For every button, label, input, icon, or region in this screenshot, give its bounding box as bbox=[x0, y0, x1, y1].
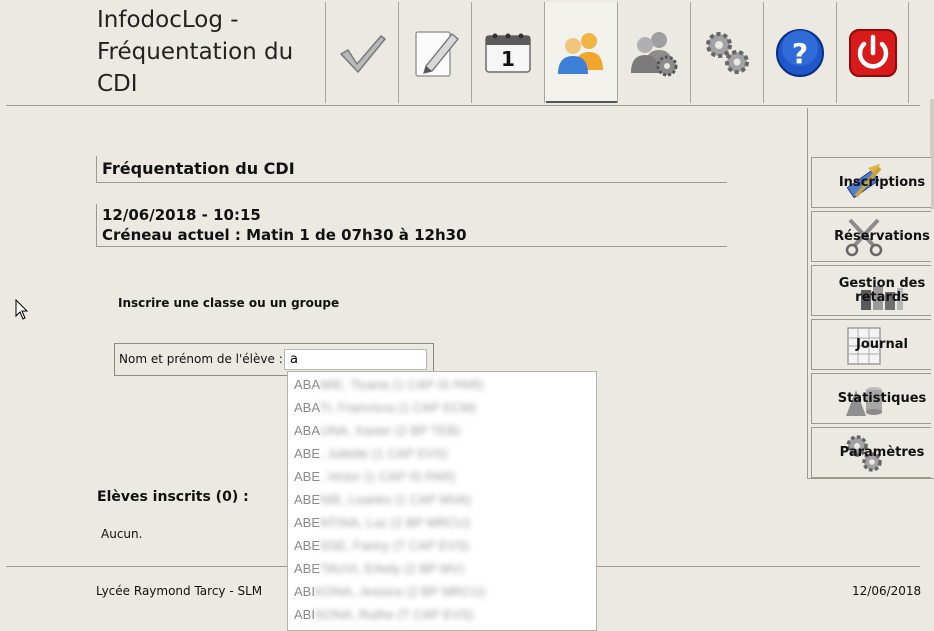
sidebar-item-label: Journal bbox=[856, 336, 908, 352]
sidebar-item-reservations[interactable]: Réservations bbox=[811, 211, 931, 262]
enrolled-students-empty: Aucun. bbox=[101, 527, 143, 541]
register-group-link[interactable]: Inscrire une classe ou un groupe bbox=[118, 296, 339, 310]
suggestion-rest: SSE, Fanny (T CAP EVS) bbox=[320, 538, 470, 553]
users-icon bbox=[558, 32, 603, 74]
suggestion-rest: NIE, Loanks (1 CAP MVA) bbox=[320, 492, 472, 507]
toolbar: 1 ? bbox=[325, 2, 909, 103]
toolbar-gears-button[interactable] bbox=[690, 2, 763, 103]
autocomplete-item[interactable]: ABENIE, Loanks (1 CAP MVA) bbox=[294, 488, 471, 511]
sidebar-item-parametres[interactable]: Paramètres bbox=[811, 427, 931, 478]
suggestion-prefix: ABI bbox=[294, 607, 315, 622]
current-slot: Créneau actuel : Matin 1 de 07h30 à 12h3… bbox=[102, 226, 467, 244]
student-field-label: Nom et prénom de l'élève : bbox=[119, 352, 283, 366]
suggestion-rest: TI, Francisca (1 CAP ECM) bbox=[319, 400, 477, 415]
autocomplete-item[interactable]: ABAUNA, Xavier (2 BP TEB) bbox=[294, 419, 460, 442]
help-symbol: ? bbox=[792, 37, 808, 70]
suggestion-prefix: ABE bbox=[294, 469, 321, 484]
suggestion-rest: KONA, Jessica (2 BP MRCU) bbox=[314, 584, 486, 599]
sidebar-item-label: Statistiques bbox=[837, 390, 927, 406]
autocomplete-item[interactable]: ABAMIE, Ticana (1 CAP IS PAR) bbox=[294, 373, 484, 396]
autocomplete-item[interactable]: ABESSE, Fanny (T CAP EVS) bbox=[294, 534, 469, 557]
suggestion-prefix: ABI bbox=[294, 584, 315, 599]
footer-school: Lycée Raymond Tarcy - SLM bbox=[96, 584, 263, 598]
suggestion-rest: UNA, Xavier (2 BP TEB) bbox=[320, 423, 461, 438]
session-info: 12/06/2018 - 10:15 Créneau actuel : Mati… bbox=[96, 204, 727, 247]
suggestion-prefix: ABE bbox=[294, 561, 321, 576]
suggestion-prefix: ABE bbox=[294, 515, 321, 530]
calendar-icon: 1 bbox=[485, 33, 531, 73]
toolbar-users-settings-button[interactable] bbox=[617, 2, 690, 103]
gears-icon bbox=[706, 31, 749, 74]
toolbar-users-button[interactable] bbox=[544, 2, 617, 103]
autocomplete-item[interactable]: ABISONA, Ruthe (T CAP EVS) bbox=[294, 603, 473, 626]
suggestion-prefix: ABE bbox=[294, 538, 321, 553]
sidebar-item-inscriptions[interactable]: Inscriptions bbox=[811, 157, 931, 208]
app-title: InfodocLog - Fréquentation du CDI bbox=[97, 7, 294, 97]
calendar-day: 1 bbox=[501, 47, 515, 71]
mouse-cursor-icon bbox=[15, 299, 29, 320]
suggestion-prefix: ABE bbox=[294, 446, 321, 461]
power-icon bbox=[848, 28, 897, 77]
suggestion-prefix: ABA bbox=[294, 423, 321, 438]
sidebar-item-label: Gestion des retards bbox=[838, 275, 926, 305]
suggestion-rest: MIE, Ticana (1 CAP IS PAR) bbox=[320, 377, 484, 392]
section-header: Fréquentation du CDI bbox=[96, 156, 727, 183]
sidebar-item-journal[interactable]: Journal bbox=[811, 319, 931, 370]
help-icon: ? bbox=[776, 28, 824, 77]
autocomplete-item[interactable]: ABETAUVI, Erkely (2 BP MV) bbox=[294, 557, 464, 580]
autocomplete-item[interactable]: ABIKONA, Jessica (2 BP MRCU) bbox=[294, 580, 485, 603]
toolbar-help-button[interactable]: ? bbox=[763, 2, 836, 103]
sidebar-item-statistiques[interactable]: Statistiques bbox=[811, 373, 931, 424]
footer-date: 12/06/2018 bbox=[852, 584, 922, 598]
toolbar-notepad-button[interactable] bbox=[398, 2, 471, 103]
suggestion-prefix: ABE bbox=[294, 492, 321, 507]
page-title: Fréquentation du CDI bbox=[102, 159, 295, 178]
suggestion-rest: SONA, Ruthe (T CAP EVS) bbox=[314, 607, 474, 622]
sidebar-item-label: Réservations bbox=[834, 228, 930, 244]
header-divider bbox=[6, 105, 920, 106]
suggestion-rest: , Victor (1 CAP IS PAR) bbox=[320, 469, 456, 484]
autocomplete-item[interactable]: ABE, Victor (1 CAP IS PAR) bbox=[294, 465, 455, 488]
users-settings-icon bbox=[631, 31, 678, 76]
autocomplete-item[interactable]: ABATI, Francisca (1 CAP ECM) bbox=[294, 396, 476, 419]
notepad-icon bbox=[415, 30, 459, 77]
sidebar-item-gestion-retards[interactable]: Gestion des retards bbox=[811, 265, 931, 316]
current-datetime: 12/06/2018 - 10:15 bbox=[102, 206, 261, 224]
suggestion-rest: , Juliette (1 CAP EVS) bbox=[320, 446, 448, 461]
toolbar-power-button[interactable] bbox=[836, 2, 909, 103]
side-menu: Inscriptions Réservations Gestion des re… bbox=[807, 108, 934, 479]
suggestion-rest: TAUVI, Erkely (2 BP MV) bbox=[320, 561, 465, 576]
suggestion-prefix: ABA bbox=[294, 377, 321, 392]
toolbar-calendar-button[interactable]: 1 bbox=[471, 2, 544, 103]
autocomplete-item[interactable]: ABE, Juliette (1 CAP EVS) bbox=[294, 442, 448, 465]
sidebar-item-label: Paramètres bbox=[839, 444, 925, 460]
autocomplete-item[interactable]: ABENTINA, Luc (2 BP MRCU) bbox=[294, 511, 470, 534]
toolbar-check-button[interactable] bbox=[325, 2, 398, 103]
student-name-input[interactable] bbox=[284, 349, 427, 370]
suggestion-rest: NTINA, Luc (2 BP MRCU) bbox=[320, 515, 471, 530]
check-icon bbox=[340, 34, 386, 73]
autocomplete-list[interactable]: ABAMIE, Ticana (1 CAP IS PAR) ABATI, Fra… bbox=[287, 371, 597, 631]
sidebar-item-label: Inscriptions bbox=[838, 174, 926, 190]
enrolled-students-title: Elèves inscrits (0) : bbox=[97, 489, 249, 505]
suggestion-prefix: ABA bbox=[294, 400, 320, 415]
